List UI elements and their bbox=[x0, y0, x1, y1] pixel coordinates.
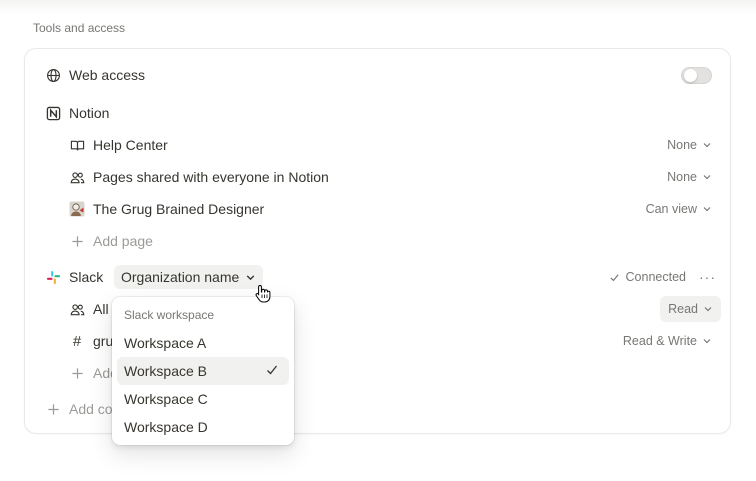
more-options-icon[interactable]: ··· bbox=[699, 269, 716, 285]
web-access-label: Web access bbox=[69, 67, 145, 83]
top-fade bbox=[0, 0, 756, 14]
workspace-option-label: Workspace C bbox=[124, 391, 208, 407]
plus-icon bbox=[69, 233, 85, 249]
page-avatar-icon bbox=[69, 201, 85, 217]
notion-page-row[interactable]: Pages shared with everyone in Notion Non… bbox=[25, 161, 732, 193]
notion-row: Notion bbox=[25, 97, 732, 129]
slack-row: Slack Organization name Connected ··· bbox=[25, 261, 732, 293]
plus-icon bbox=[69, 365, 85, 381]
slack-label: Slack bbox=[69, 269, 104, 285]
people-icon bbox=[69, 169, 85, 185]
permission-value: Can view bbox=[645, 202, 697, 216]
chevron-down-icon bbox=[702, 172, 712, 182]
people-icon bbox=[69, 301, 85, 317]
add-page-label: Add page bbox=[93, 233, 153, 249]
section-title: Tools and access bbox=[33, 21, 126, 35]
permission-value: Read bbox=[668, 302, 698, 316]
workspace-option-label: Workspace B bbox=[124, 363, 207, 379]
workspace-option[interactable]: Workspace D bbox=[117, 413, 289, 441]
notion-page-row[interactable]: Help Center None bbox=[25, 129, 732, 161]
page-label: Pages shared with everyone in Notion bbox=[93, 169, 329, 185]
toggle-knob bbox=[684, 69, 697, 82]
chevron-down-icon bbox=[702, 140, 712, 150]
hash-icon: # bbox=[72, 332, 82, 350]
chevron-down-icon bbox=[702, 336, 712, 346]
page-label: Help Center bbox=[93, 137, 168, 153]
channel-label: gru bbox=[93, 333, 114, 349]
permission-dropdown[interactable]: Read bbox=[660, 296, 721, 322]
workspace-option-label: Workspace D bbox=[124, 419, 208, 435]
permission-value: Read & Write bbox=[622, 334, 697, 348]
dropdown-header: Slack workspace bbox=[124, 308, 215, 322]
globe-icon bbox=[45, 67, 61, 83]
channel-label: All bbox=[93, 301, 109, 317]
web-access-row: Web access bbox=[25, 59, 732, 91]
book-icon bbox=[69, 137, 85, 153]
notion-logo-icon bbox=[45, 105, 61, 121]
permission-dropdown[interactable]: Read & Write bbox=[623, 334, 712, 348]
permission-dropdown[interactable]: None bbox=[667, 138, 712, 152]
add-page-button[interactable]: Add page bbox=[25, 225, 732, 257]
slack-logo-icon bbox=[45, 269, 61, 285]
permission-dropdown[interactable]: None bbox=[667, 170, 712, 184]
organization-name: Organization name bbox=[121, 269, 240, 285]
permission-value: None bbox=[667, 138, 697, 152]
workspace-option[interactable]: Workspace C bbox=[117, 385, 289, 413]
hand-cursor-icon bbox=[255, 284, 271, 303]
web-access-toggle[interactable] bbox=[681, 67, 712, 84]
chevron-down-icon bbox=[245, 272, 256, 283]
permission-dropdown[interactable]: Can view bbox=[646, 202, 712, 216]
check-icon bbox=[609, 272, 620, 283]
checkmark-icon bbox=[265, 363, 279, 377]
page-label: The Grug Brained Designer bbox=[93, 201, 265, 217]
chevron-down-icon bbox=[702, 204, 712, 214]
workspace-dropdown-menu: Slack workspace Workspace A Workspace B … bbox=[112, 297, 294, 445]
permission-value: None bbox=[667, 170, 697, 184]
add-connection-label: Add co bbox=[69, 401, 113, 417]
notion-label: Notion bbox=[69, 105, 110, 121]
chevron-down-icon bbox=[703, 304, 713, 314]
workspace-option-label: Workspace A bbox=[124, 335, 207, 351]
connection-status: Connected bbox=[609, 270, 686, 284]
plus-icon bbox=[45, 401, 61, 417]
workspace-option[interactable]: Workspace A bbox=[117, 329, 289, 357]
connection-status-text: Connected bbox=[625, 270, 686, 284]
workspace-option-selected[interactable]: Workspace B bbox=[117, 357, 289, 385]
organization-selector[interactable]: Organization name bbox=[114, 265, 264, 289]
notion-page-row[interactable]: The Grug Brained Designer Can view bbox=[25, 193, 732, 225]
